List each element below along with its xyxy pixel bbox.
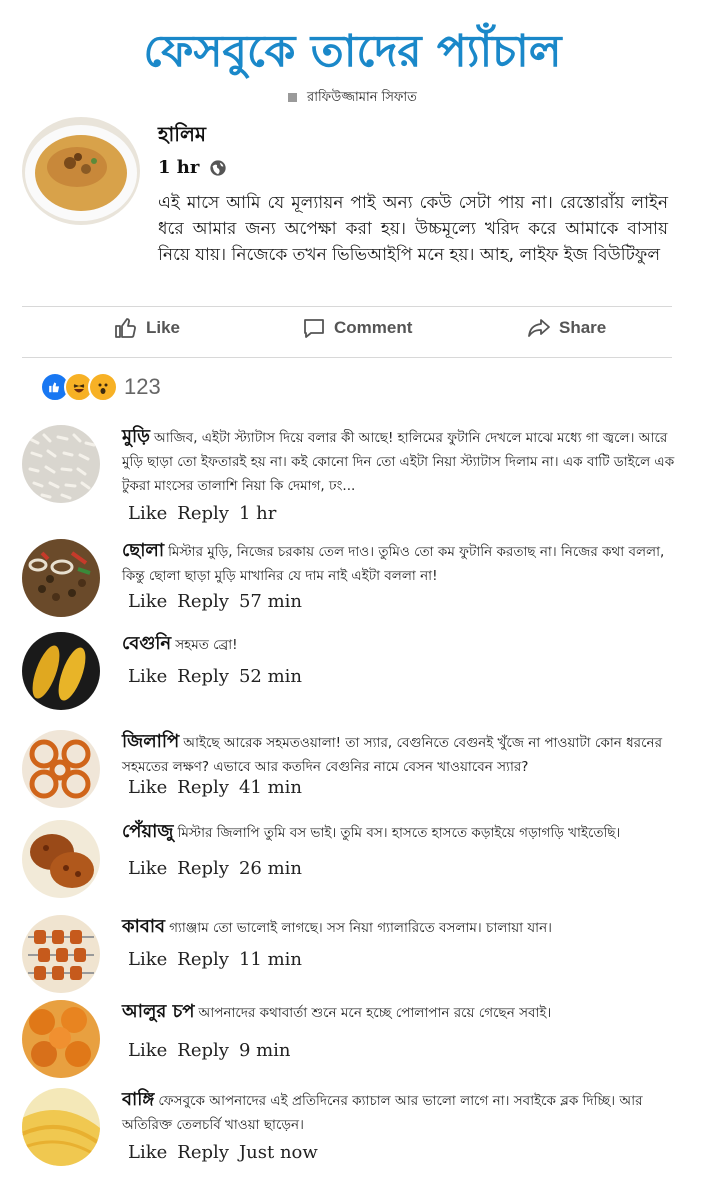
comment-text: আইছে আরেক সহমতওয়ালা! তা স্যার, বেগুনিতে… — [122, 735, 662, 775]
comment-body: কাবাব গ্যাঞ্জাম তো ভালোই লাগছে। সস নিয়া … — [122, 915, 677, 940]
comment-body: আলুর চপ আপনাদের কথাবার্তা শুনে মনে হচ্ছে … — [122, 1000, 677, 1025]
comment-meta: Like Reply 11 min — [128, 949, 312, 970]
comment-body: পেঁয়াজু মিস্টার জিলাপি তুমি বস ভাই। তুমি… — [122, 820, 677, 845]
avatar-chola[interactable] — [22, 539, 100, 617]
comment-text: মিস্টার জিলাপি তুমি বস ভাই। তুমি বস। হাস… — [177, 825, 621, 841]
comment-meta: Like Reply 57 min — [128, 591, 312, 612]
comment-meta: Like Reply 1 hr — [128, 503, 286, 524]
comment-body: ছোলা মিস্টার মুড়ি, নিজের চরকায় তেল দাও।… — [122, 539, 677, 588]
like-link[interactable]: Like — [128, 1142, 167, 1163]
reply-link[interactable]: Reply — [177, 858, 229, 879]
reply-link[interactable]: Reply — [177, 591, 229, 612]
comment-text: মিস্টার মুড়ি, নিজের চরকায় তেল দাও। তুম… — [122, 544, 665, 584]
post-time-text: 1 hr — [158, 157, 200, 178]
comment-text: আজিব, এইটা স্ট্যাটাস দিয়ে বলার কী আছে! … — [122, 430, 675, 494]
comment-text: আপনাদের কথাবার্তা শুনে মনে হচ্ছে পোলাপান… — [198, 1005, 552, 1021]
avatar-muri[interactable] — [22, 425, 100, 503]
post-body: এই মাসে আমি যে মূল্যায়ন পাই অন্য কেউ সে… — [158, 193, 668, 265]
like-button[interactable]: Like — [114, 316, 180, 340]
comment-body: বাঙ্গি ফেসবুকে আপনাদের এই প্রতিদিনের ক্যা… — [122, 1088, 677, 1137]
author-name: রাফিউজ্জামান সিফাত — [307, 90, 417, 105]
comment-meta: Like Reply 26 min — [128, 858, 312, 879]
comment-body: মুড়ি আজিব, এইটা স্ট্যাটাস দিয়ে বলার কী … — [122, 425, 677, 498]
comment-author[interactable]: ছোলা — [122, 540, 164, 561]
reply-link[interactable]: Reply — [177, 949, 229, 970]
comment-author[interactable]: মুড়ি — [122, 426, 150, 447]
comment-author[interactable]: আলুর চপ — [122, 1001, 195, 1022]
post-timestamp: 1 hr — [158, 157, 227, 178]
post-avatar-haleem[interactable] — [22, 117, 140, 225]
comment-text: গ্যাঞ্জাম তো ভালোই লাগছে। সস নিয়া গ্যাল… — [169, 920, 552, 936]
comment-text: ফেসবুকে আপনাদের এই প্রতিদিনের ক্যাচাল আর… — [122, 1093, 643, 1133]
comment-author[interactable]: কাবাব — [122, 916, 165, 937]
divider — [22, 357, 672, 358]
comment-time: Just now — [238, 1142, 318, 1163]
reply-link[interactable]: Reply — [177, 1040, 229, 1061]
comment-time: 52 min — [238, 666, 302, 687]
like-link[interactable]: Like — [128, 949, 167, 970]
reply-link[interactable]: Reply — [177, 777, 229, 798]
comment-meta: Like Reply 52 min — [128, 666, 312, 687]
comment-meta: Like Reply Just now — [128, 1142, 328, 1163]
comment-author[interactable]: বাঙ্গি — [122, 1089, 154, 1110]
comment-button[interactable]: Comment — [302, 316, 412, 340]
comment-label: Comment — [334, 318, 413, 337]
comment-body: বেগুনি সহমত ব্রো! — [122, 632, 677, 657]
comment-author[interactable]: পেঁয়াজু — [122, 821, 173, 842]
comment-time: 26 min — [238, 858, 302, 879]
thumbs-up-icon — [115, 318, 136, 338]
like-link[interactable]: Like — [128, 503, 167, 524]
like-link[interactable]: Like — [128, 777, 167, 798]
avatar-alur-chop[interactable] — [22, 1000, 100, 1078]
avatar-beguni[interactable] — [22, 632, 100, 710]
wow-reaction-icon — [88, 372, 118, 402]
reply-link[interactable]: Reply — [177, 666, 229, 687]
comment-time: 1 hr — [238, 503, 277, 524]
reaction-summary[interactable]: 123 — [40, 372, 161, 402]
reply-link[interactable]: Reply — [177, 1142, 229, 1163]
page-title: ফেসবুকে তাদের প্যাঁচাল — [143, 26, 562, 77]
avatar-kabab[interactable] — [22, 915, 100, 993]
like-link[interactable]: Like — [128, 1040, 167, 1061]
comment-meta: Like Reply 9 min — [128, 1040, 301, 1061]
reply-link[interactable]: Reply — [177, 503, 229, 524]
byline-bullet — [288, 93, 298, 102]
like-link[interactable]: Like — [128, 858, 167, 879]
globe-icon — [210, 159, 227, 176]
post-actions: Like Comment Share — [22, 316, 672, 352]
comment-time: 57 min — [238, 591, 302, 612]
share-icon — [528, 319, 550, 337]
avatar-bangi[interactable] — [22, 1088, 100, 1166]
avatar-jilapi[interactable] — [22, 730, 100, 808]
comment-author[interactable]: জিলাপি — [122, 731, 179, 752]
divider — [22, 306, 672, 307]
reaction-count: 123 — [124, 374, 161, 399]
like-label: Like — [146, 318, 181, 337]
like-link[interactable]: Like — [128, 666, 167, 687]
post-author[interactable]: হালিম — [158, 120, 206, 153]
share-button[interactable]: Share — [527, 316, 606, 340]
comment-author[interactable]: বেগুনি — [122, 633, 171, 654]
comment-time: 41 min — [238, 777, 302, 798]
like-link[interactable]: Like — [128, 591, 167, 612]
comment-meta: Like Reply 41 min — [128, 777, 312, 798]
avatar-peyaju[interactable] — [22, 820, 100, 898]
comment-time: 11 min — [238, 949, 302, 970]
byline: রাফিউজ্জামান সিফাত — [0, 88, 705, 109]
comment-icon — [304, 319, 324, 338]
share-label: Share — [559, 318, 607, 337]
comment-body: জিলাপি আইছে আরেক সহমতওয়ালা! তা স্যার, বে… — [122, 730, 677, 779]
comment-text: সহমত ব্রো! — [175, 637, 238, 653]
comment-time: 9 min — [238, 1040, 291, 1061]
